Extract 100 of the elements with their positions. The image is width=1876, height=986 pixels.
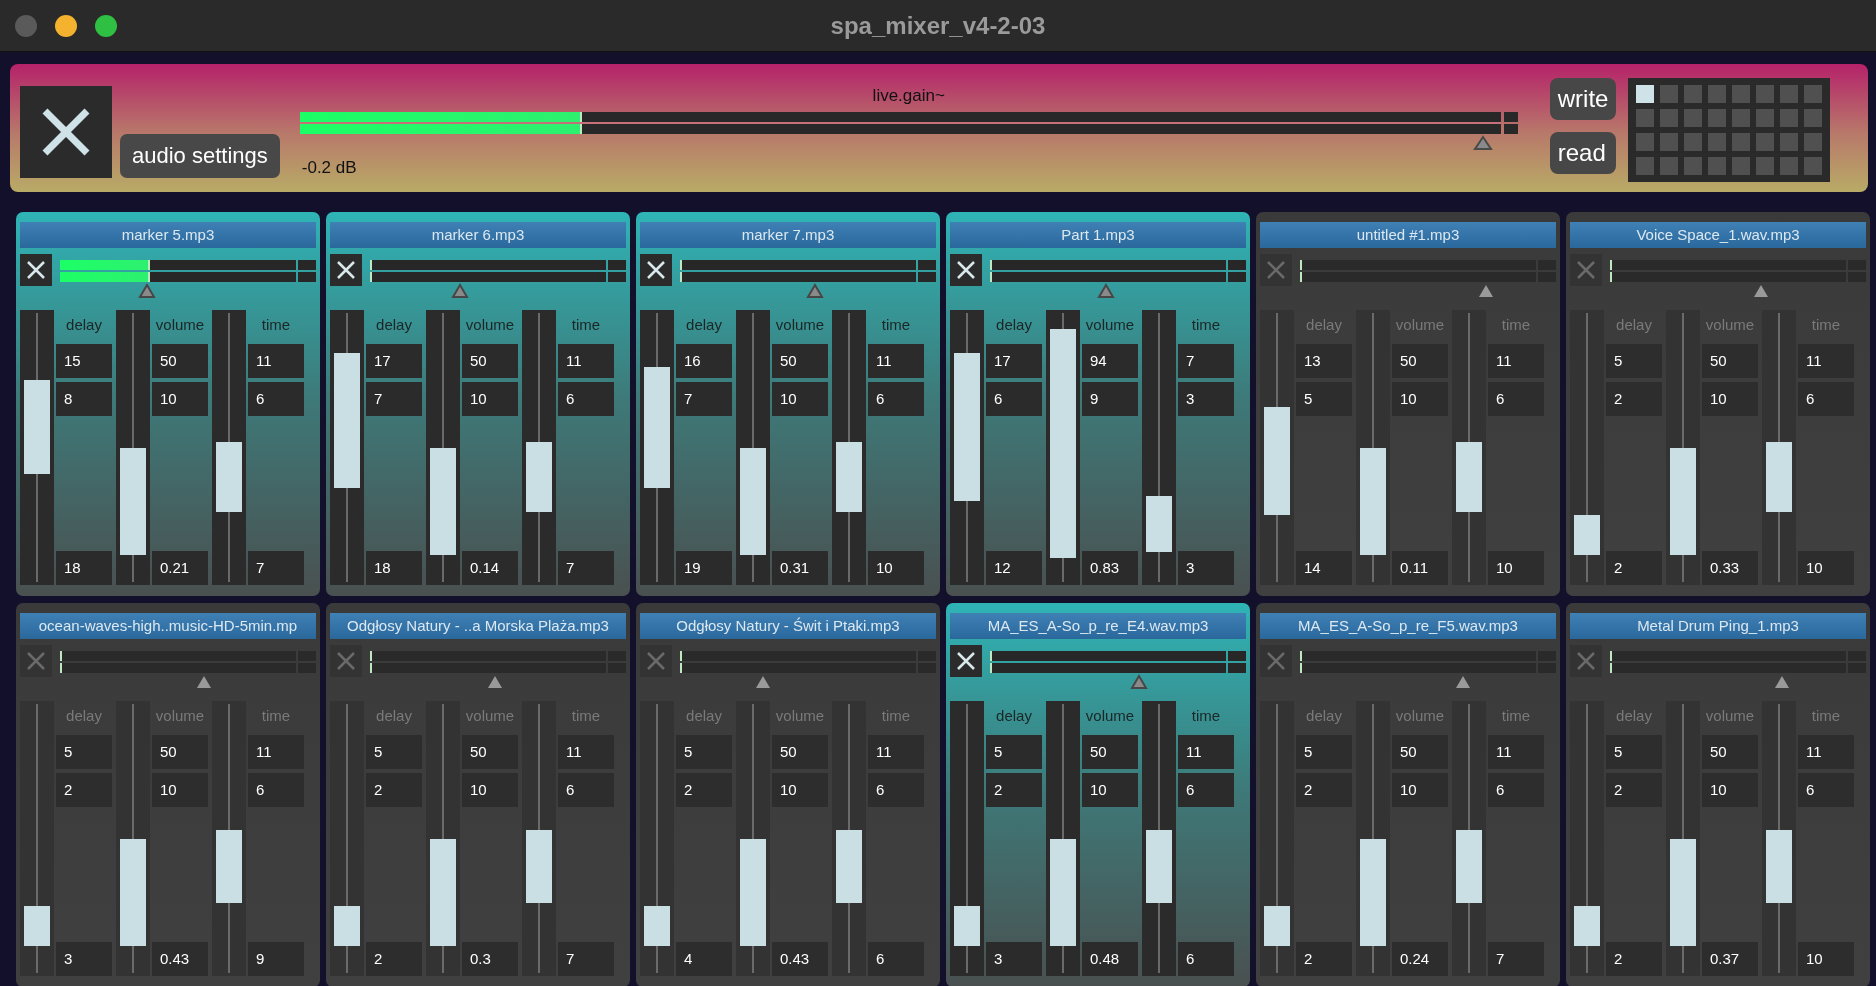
number-box[interactable]: 11 — [558, 735, 614, 769]
file-name[interactable]: untitled #1.mp3 — [1260, 222, 1556, 248]
number-box[interactable]: 5 — [1606, 735, 1662, 769]
number-box[interactable]: 4 — [676, 942, 732, 976]
number-box[interactable]: 9 — [1082, 382, 1138, 416]
number-box[interactable]: 11 — [868, 735, 924, 769]
number-box[interactable]: 6 — [1178, 773, 1234, 807]
number-box[interactable]: 7 — [676, 382, 732, 416]
number-box[interactable]: 50 — [152, 735, 208, 769]
close-button[interactable] — [20, 86, 112, 178]
number-box[interactable]: 11 — [1798, 735, 1854, 769]
number-box[interactable]: 8 — [56, 382, 112, 416]
number-box[interactable]: 6 — [1488, 382, 1544, 416]
range-slider[interactable] — [1762, 310, 1796, 585]
close-button[interactable] — [950, 645, 982, 677]
range-slider[interactable] — [426, 701, 460, 976]
number-box[interactable]: 2 — [1606, 382, 1662, 416]
number-box[interactable]: 19 — [676, 551, 732, 585]
range-slider[interactable] — [1570, 310, 1604, 585]
file-name[interactable]: marker 7.mp3 — [640, 222, 936, 248]
number-box[interactable]: 12 — [986, 551, 1042, 585]
range-slider[interactable] — [1452, 701, 1486, 976]
number-box[interactable]: 94 — [1082, 344, 1138, 378]
write-button[interactable]: write — [1549, 78, 1617, 120]
number-box[interactable]: 0.31 — [772, 551, 828, 585]
number-box[interactable]: 6 — [248, 773, 304, 807]
range-slider[interactable] — [20, 701, 54, 976]
close-button[interactable] — [640, 254, 672, 286]
number-box[interactable]: 10 — [462, 382, 518, 416]
number-box[interactable]: 2 — [676, 773, 732, 807]
range-slider[interactable] — [1260, 701, 1294, 976]
range-slider[interactable] — [736, 310, 770, 585]
number-box[interactable]: 10 — [1702, 382, 1758, 416]
number-box[interactable]: 17 — [366, 344, 422, 378]
number-box[interactable]: 2 — [1606, 773, 1662, 807]
number-box[interactable]: 2 — [1296, 942, 1352, 976]
range-slider[interactable] — [1142, 701, 1176, 976]
range-slider[interactable] — [1762, 701, 1796, 976]
number-box[interactable]: 10 — [152, 773, 208, 807]
number-box[interactable]: 10 — [772, 382, 828, 416]
number-box[interactable]: 0.33 — [1702, 551, 1758, 585]
number-box[interactable]: 6 — [1488, 773, 1544, 807]
file-name[interactable]: marker 5.mp3 — [20, 222, 316, 248]
number-box[interactable]: 7 — [558, 942, 614, 976]
range-slider[interactable] — [1260, 310, 1294, 585]
file-name[interactable]: Part 1.mp3 — [950, 222, 1246, 248]
number-box[interactable]: 10 — [1798, 942, 1854, 976]
settings-button[interactable]: audio settings — [120, 134, 280, 178]
range-slider[interactable] — [426, 310, 460, 585]
number-box[interactable]: 0.21 — [152, 551, 208, 585]
number-box[interactable]: 50 — [462, 344, 518, 378]
range-slider[interactable] — [330, 701, 364, 976]
number-box[interactable]: 17 — [986, 344, 1042, 378]
range-slider[interactable] — [950, 701, 984, 976]
number-box[interactable]: 10 — [1392, 773, 1448, 807]
minimize-window-icon[interactable] — [55, 14, 77, 37]
number-box[interactable]: 14 — [1296, 551, 1352, 585]
number-box[interactable]: 6 — [1178, 942, 1234, 976]
number-box[interactable]: 2 — [366, 942, 422, 976]
number-box[interactable]: 9 — [248, 942, 304, 976]
number-box[interactable]: 2 — [366, 773, 422, 807]
number-box[interactable]: 6 — [558, 773, 614, 807]
read-button[interactable]: read — [1549, 132, 1617, 174]
file-name[interactable]: ocean-waves-high..music-HD-5min.mp — [20, 613, 316, 639]
range-slider[interactable] — [522, 701, 556, 976]
number-box[interactable]: 7 — [1488, 942, 1544, 976]
range-slider[interactable] — [330, 310, 364, 585]
number-box[interactable]: 7 — [558, 551, 614, 585]
number-box[interactable]: 5 — [1296, 382, 1352, 416]
file-name[interactable]: Odgłosy Natury - ..a Morska Plaża.mp3 — [330, 613, 626, 639]
range-slider[interactable] — [1666, 310, 1700, 585]
number-box[interactable]: 6 — [986, 382, 1042, 416]
number-box[interactable]: 10 — [1392, 382, 1448, 416]
number-box[interactable]: 50 — [1702, 735, 1758, 769]
number-box[interactable]: 50 — [1702, 344, 1758, 378]
number-box[interactable]: 5 — [676, 735, 732, 769]
number-box[interactable]: 11 — [1798, 344, 1854, 378]
number-box[interactable]: 10 — [1798, 551, 1854, 585]
number-box[interactable]: 18 — [56, 551, 112, 585]
number-box[interactable]: 6 — [1798, 773, 1854, 807]
close-button[interactable] — [950, 254, 982, 286]
number-box[interactable]: 5 — [366, 735, 422, 769]
range-slider[interactable] — [640, 310, 674, 585]
number-box[interactable]: 5 — [986, 735, 1042, 769]
number-box[interactable]: 11 — [248, 344, 304, 378]
number-box[interactable]: 16 — [676, 344, 732, 378]
number-box[interactable]: 11 — [1488, 344, 1544, 378]
number-box[interactable]: 0.43 — [772, 942, 828, 976]
range-slider[interactable] — [1452, 310, 1486, 585]
number-box[interactable]: 0.83 — [1082, 551, 1138, 585]
range-slider[interactable] — [640, 701, 674, 976]
number-box[interactable]: 0.37 — [1702, 942, 1758, 976]
number-box[interactable]: 6 — [558, 382, 614, 416]
number-box[interactable]: 11 — [868, 344, 924, 378]
file-name[interactable]: Odgłosy Natury - Świt i Ptaki.mp3 — [640, 613, 936, 639]
range-slider[interactable] — [1356, 310, 1390, 585]
file-name[interactable]: MA_ES_A-So_p_re_F5.wav.mp3 — [1260, 613, 1556, 639]
range-slider[interactable] — [212, 701, 246, 976]
file-name[interactable]: marker 6.mp3 — [330, 222, 626, 248]
number-box[interactable]: 15 — [56, 344, 112, 378]
